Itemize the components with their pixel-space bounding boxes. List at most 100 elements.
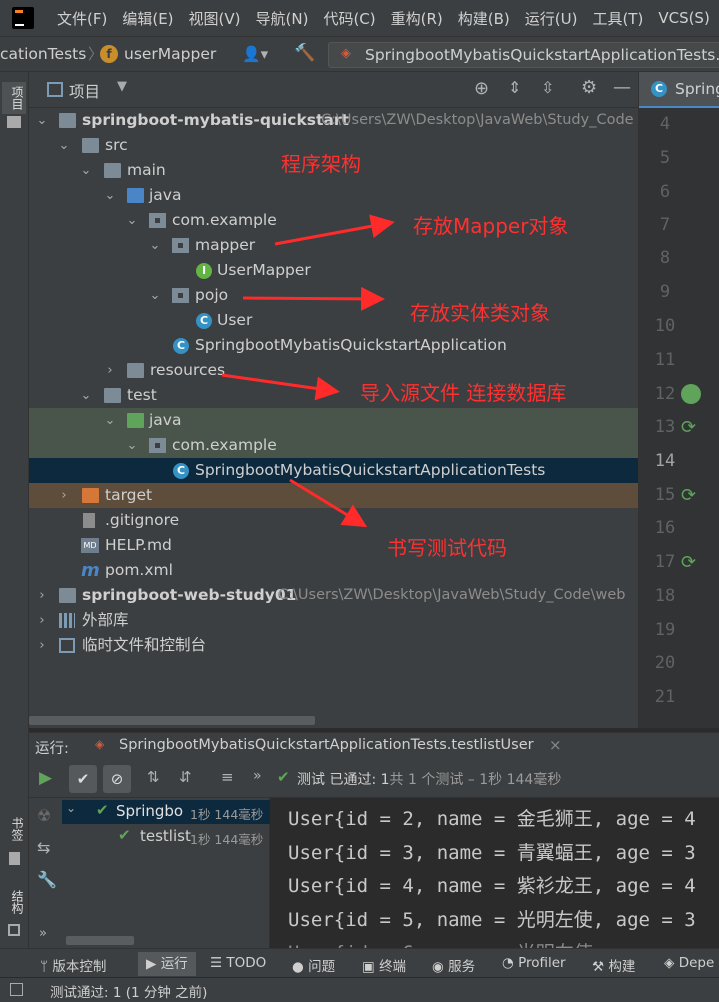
folder-icon: [7, 116, 21, 128]
project-panel-title[interactable]: 项目: [69, 80, 100, 102]
sort-alpha-icon[interactable]: ⇅: [147, 768, 160, 786]
toggle-icon[interactable]: ⇆: [37, 838, 50, 857]
line-number: 14: [654, 451, 676, 471]
project-panel-header: 项目 ▼ ⊕ ⇕ ⇳ ⚙ —: [29, 72, 638, 108]
chevron-down-icon[interactable]: ▼: [117, 79, 127, 94]
tab-run[interactable]: ▶ 运行: [138, 952, 196, 976]
hammer-icon: ⚒: [592, 959, 605, 975]
more-icon[interactable]: »: [253, 768, 262, 784]
run-test-icon[interactable]: ⟳: [681, 552, 696, 573]
menu-run[interactable]: 运行(U): [525, 8, 578, 29]
arrow-mapper: [274, 214, 395, 246]
class-icon: C: [651, 81, 667, 97]
breadcrumb-field[interactable]: userMapper: [124, 45, 216, 63]
line-number: 17: [654, 552, 676, 572]
run-test-icon[interactable]: ⟳: [681, 485, 696, 506]
tab-services[interactable]: ◉ 服务: [432, 955, 475, 975]
tab-profiler[interactable]: ◔ Profiler: [502, 955, 566, 971]
menu-items: 文件(F) 编辑(E) 视图(V) 导航(N) 代码(C) 重构(R) 构建(B…: [57, 0, 719, 36]
tab-dependencies[interactable]: ◈ Depe: [664, 955, 714, 971]
test-status-prefix: 测试 已通过:: [297, 772, 377, 788]
menu-build[interactable]: 构建(B): [458, 8, 510, 29]
line-number: 7: [659, 215, 671, 235]
run-config-label: SpringbootMybatisQuickstartApplicationTe…: [365, 46, 719, 64]
run-test-icon[interactable]: ⟳: [681, 417, 696, 438]
tab-label: TODO: [226, 955, 267, 971]
menu-navigate[interactable]: 导航(N): [256, 8, 309, 29]
test-suite-row[interactable]: ⌄ ✔ Springbo 1秒 144毫秒: [62, 800, 270, 824]
show-passed-icon[interactable]: ✔: [69, 765, 97, 793]
menu-view[interactable]: 视图(V): [189, 8, 241, 29]
arrow-resources: [221, 373, 340, 401]
line-number: 21: [654, 687, 676, 707]
tab-terminal[interactable]: ▣ 终端: [362, 955, 406, 975]
tab-bookmarks-label: 书签: [10, 817, 24, 841]
hammer-build-icon[interactable]: 🔨: [294, 43, 315, 63]
tab-label: Depe: [678, 955, 715, 971]
menu-code[interactable]: 代码(C): [323, 8, 375, 29]
run-configuration-selector[interactable]: ◈ SpringbootMybatisQuickstartApplication…: [328, 42, 719, 68]
editor-tab[interactable]: C Spring: [639, 72, 719, 108]
sort-duration-icon[interactable]: ⇵: [179, 768, 192, 786]
menu-vcs[interactable]: VCS(S): [658, 9, 709, 27]
menu-tools[interactable]: 工具(T): [592, 8, 643, 29]
test-status-count: 1: [380, 772, 390, 788]
more-icon[interactable]: »: [39, 926, 47, 941]
tab-version-control[interactable]: ᛘ 版本控制: [40, 955, 106, 975]
run-side-toolbar: ☢ ⇆ 🔧 »: [29, 798, 62, 948]
expand-icon[interactable]: ≡: [221, 768, 234, 786]
menu-refactor[interactable]: 重构(R): [391, 8, 443, 29]
editor-area: C Spring 4 5 6 7 8 9 10 11 12 13 14 15 1…: [638, 72, 719, 728]
debug-icon[interactable]: ☢: [37, 806, 51, 825]
locate-icon[interactable]: ⊕: [474, 78, 489, 99]
project-tree: ⌄ springboot-mybatis-quickstart C:\Users…: [29, 108, 638, 728]
console-output[interactable]: User{id = 2, name = 金毛狮王, age = 4 User{i…: [270, 798, 719, 948]
test-config-icon: ◈: [95, 737, 105, 751]
bookmark-icon: [9, 852, 20, 865]
close-icon[interactable]: ×: [549, 736, 562, 754]
tab-project[interactable]: 项目: [2, 82, 26, 114]
info-icon: ●: [292, 959, 304, 975]
horizontal-scrollbar[interactable]: [66, 936, 134, 945]
rerun-icon[interactable]: ▶: [39, 768, 52, 788]
menu-file[interactable]: 文件(F): [57, 8, 107, 29]
user-dropdown-icon[interactable]: 👤▾: [242, 45, 268, 63]
expand-arrow-icon[interactable]: ⌄: [66, 801, 76, 815]
test-case-label: testlist: [140, 827, 191, 845]
spring-bean-icon[interactable]: [681, 384, 701, 404]
test-case-row[interactable]: ✔ testlist 1秒 144毫秒: [62, 825, 270, 849]
line-number: 18: [654, 586, 676, 606]
tab-label: 运行: [160, 956, 188, 972]
tab-problems[interactable]: ● 问题: [292, 955, 335, 975]
menu-edit[interactable]: 编辑(E): [122, 8, 173, 29]
tab-label: 服务: [448, 959, 476, 975]
show-ignored-icon[interactable]: ⊘: [103, 765, 131, 793]
test-status: 测试 已通过: 1共 1 个测试 – 1秒 144毫秒: [297, 769, 561, 789]
tab-bookmarks[interactable]: 书签: [2, 817, 26, 841]
run-config-tab[interactable]: SpringbootMybatisQuickstartApplicationTe…: [119, 737, 534, 753]
console-line: User{id = 2, name = 金毛狮王, age = 4: [288, 808, 696, 830]
tab-label: 版本控制: [52, 959, 107, 975]
expand-all-icon[interactable]: ⇕: [508, 78, 521, 97]
layout-icon[interactable]: [10, 983, 23, 996]
collapse-all-icon[interactable]: ⇳: [541, 78, 554, 97]
gear-icon[interactable]: ⚙: [581, 77, 597, 98]
line-number: 19: [654, 620, 676, 640]
field-icon: f: [100, 45, 118, 63]
structure-icon: [8, 924, 20, 936]
line-number: 13: [654, 417, 676, 437]
line-gutter: 4 5 6 7 8 9 10 11 12 13 14 15 16 17 18 1…: [639, 108, 719, 728]
run-label: 运行:: [35, 741, 69, 757]
arrow-pojo: [242, 286, 385, 311]
line-number: 4: [659, 114, 671, 134]
line-number: 20: [654, 653, 676, 673]
minimize-icon[interactable]: —: [613, 77, 631, 98]
run-config-icon: ◈: [341, 46, 351, 61]
line-number: 6: [659, 182, 671, 202]
navigation-bar: cationTests 〉 f userMapper 👤▾ 🔨 ◈ Spring…: [0, 36, 719, 72]
tab-todo[interactable]: ☰ TODO: [210, 955, 266, 971]
tab-structure[interactable]: 结构: [2, 890, 26, 914]
tab-build[interactable]: ⚒ 构建: [592, 955, 635, 975]
wrench-icon[interactable]: 🔧: [37, 870, 57, 889]
breadcrumb-class[interactable]: cationTests: [0, 45, 86, 63]
